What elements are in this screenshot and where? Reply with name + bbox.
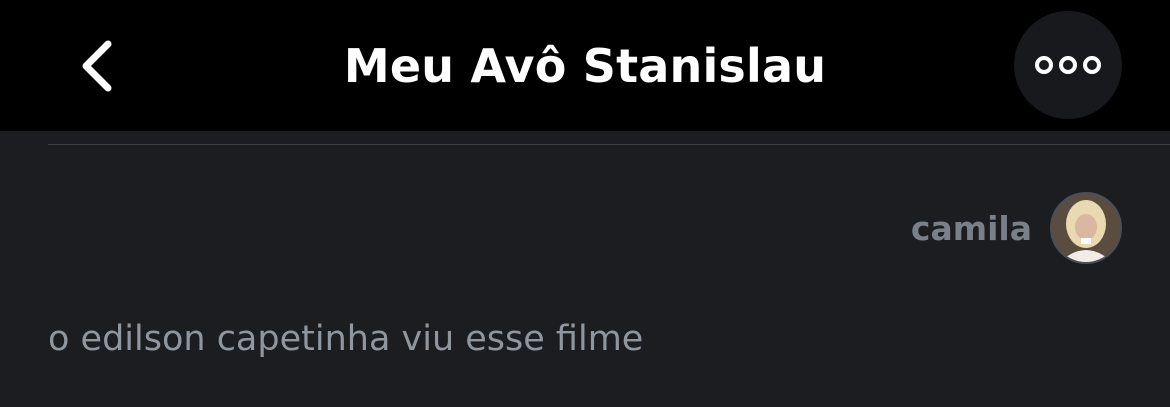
comment-author-row: camila — [911, 192, 1122, 264]
top-bar: Meu Avô Stanislau — [0, 0, 1170, 131]
comment-text: o edilson capetinha viu esse filme — [48, 319, 644, 359]
divider — [48, 144, 1170, 145]
page-title: Meu Avô Stanislau — [343, 39, 827, 93]
avatar[interactable] — [1050, 192, 1122, 264]
author-name[interactable]: camila — [911, 209, 1032, 248]
more-options-button[interactable] — [1014, 11, 1122, 119]
ellipsis-icon — [1035, 56, 1101, 74]
